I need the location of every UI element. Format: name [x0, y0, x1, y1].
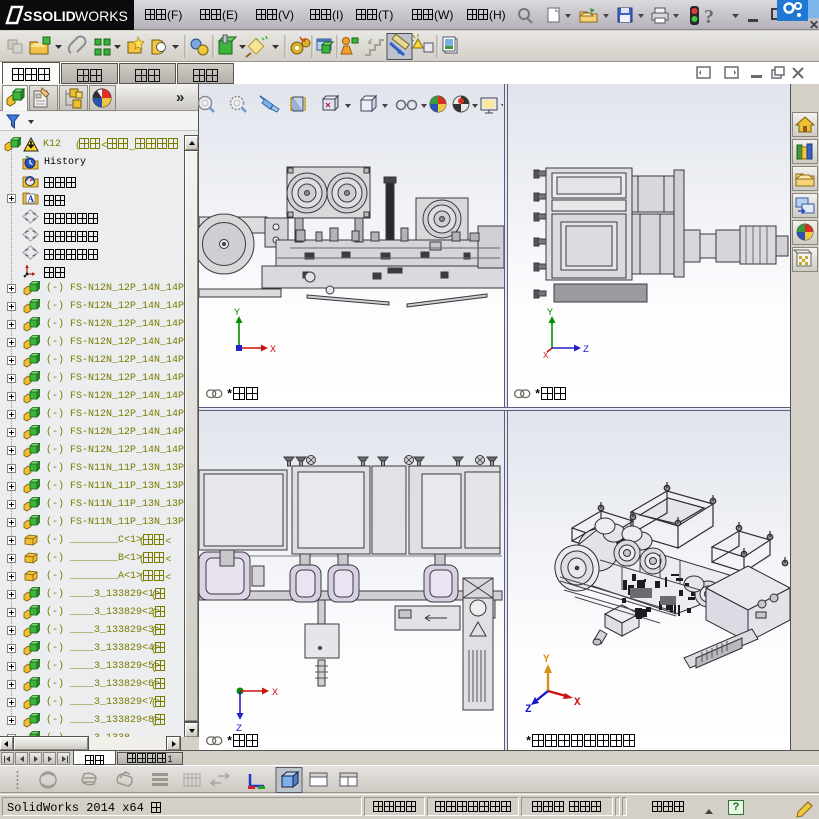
svg-text:X: X [272, 688, 278, 699]
svg-text:Y: Y [543, 654, 550, 666]
svg-text:Y: Y [234, 308, 240, 319]
svg-text:X: X [574, 697, 581, 709]
svg-text:SOLID: SOLID [33, 8, 76, 24]
svg-text:WORKS: WORKS [75, 8, 128, 24]
svg-text:Y: Y [547, 308, 553, 319]
svg-text:Z: Z [525, 704, 532, 716]
svg-text:S: S [23, 8, 33, 24]
svg-text:A: A [28, 194, 35, 204]
svg-text:X: X [270, 345, 276, 356]
svg-text:?: ? [704, 6, 714, 28]
svg-text:Z: Z [583, 345, 589, 356]
svg-text:X: X [543, 351, 549, 361]
